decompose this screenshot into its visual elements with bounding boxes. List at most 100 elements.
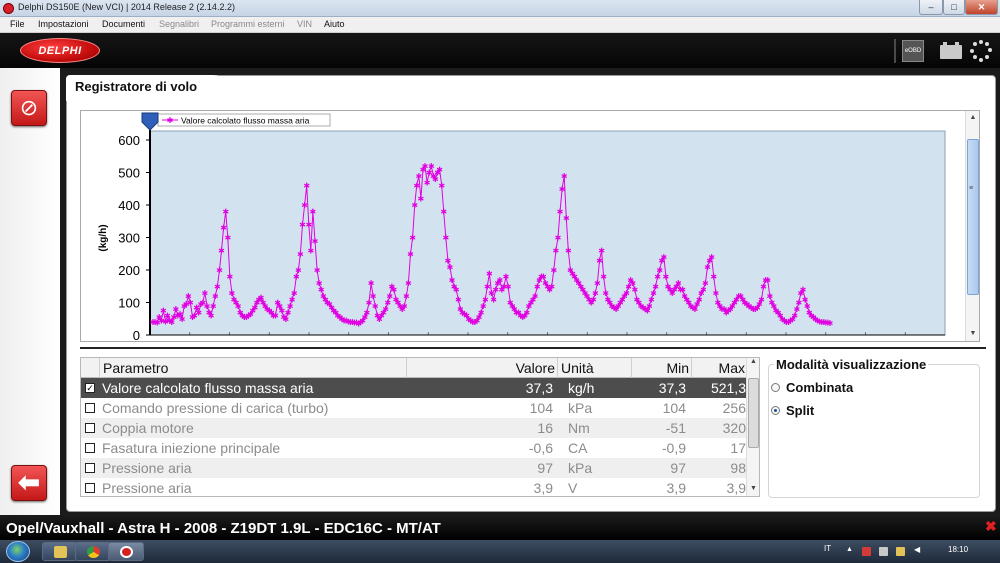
start-button[interactable] xyxy=(6,541,30,562)
menu-segnalibri[interactable]: Segnalibri xyxy=(159,19,199,29)
data-point: ✱ xyxy=(702,279,709,288)
table-row[interactable]: Pressione aria 3,9 V 3,9 3,9 xyxy=(81,478,747,496)
param-value: 3,9 xyxy=(533,480,553,496)
tray-network-icon[interactable] xyxy=(896,547,905,556)
data-point: ✱ xyxy=(314,266,321,275)
table-row[interactable]: Coppia motore 16 Nm -51 320 xyxy=(81,418,747,438)
y-tick-label: 100 xyxy=(118,296,140,311)
data-point: ✱ xyxy=(307,247,314,256)
data-point: ✱ xyxy=(561,172,568,181)
chart-scrollbar-thumb[interactable] xyxy=(967,139,979,295)
table-row[interactable]: ✓ Valore calcolato flusso massa aria 37,… xyxy=(81,378,747,398)
table-scrollbar-thumb[interactable] xyxy=(748,378,759,448)
radio-split[interactable] xyxy=(771,406,780,415)
close-window-button[interactable]: ✕ xyxy=(965,0,998,15)
delphi-app-icon xyxy=(120,546,133,558)
header-valore[interactable]: Valore xyxy=(406,358,557,378)
language-indicator[interactable]: IT xyxy=(824,544,831,553)
data-point: ✱ xyxy=(210,302,217,311)
data-point: ✱ xyxy=(438,182,445,191)
row-checkbox[interactable] xyxy=(85,483,95,493)
obd-icon[interactable]: eOBD xyxy=(902,40,924,62)
table-scroll-up[interactable]: ▲ xyxy=(747,358,760,365)
taskbar-chrome-button[interactable] xyxy=(75,542,111,561)
data-point: ✱ xyxy=(532,292,539,301)
data-point: ✱ xyxy=(368,279,375,288)
data-point: ✱ xyxy=(758,295,765,304)
logo-text: DELPHI xyxy=(38,45,82,57)
param-min: 37,3 xyxy=(658,380,686,396)
data-point: ✱ xyxy=(208,312,215,321)
taskbar-explorer-button[interactable] xyxy=(42,542,78,561)
chart-scrollbar[interactable]: ▲ ≡ ▼ xyxy=(965,111,979,341)
param-max: 521,3 xyxy=(710,380,746,396)
menu-aiuto[interactable]: Aiuto xyxy=(324,19,345,29)
row-checkbox[interactable] xyxy=(85,443,95,453)
data-point: ✱ xyxy=(764,276,771,285)
table-scroll-down[interactable]: ▼ xyxy=(747,485,760,492)
scroll-up-arrow[interactable]: ▲ xyxy=(967,112,979,124)
param-min: 97 xyxy=(670,460,686,476)
data-point: ✱ xyxy=(598,247,605,256)
param-max: 17 xyxy=(730,440,746,456)
row-checkbox[interactable] xyxy=(85,463,95,473)
param-value: 104 xyxy=(529,400,553,416)
data-point: ✱ xyxy=(364,308,371,317)
data-point: ✱ xyxy=(214,282,221,291)
time-cursor[interactable] xyxy=(141,112,159,131)
header-unita[interactable]: Unità xyxy=(557,358,631,378)
table-row[interactable]: Fasatura iniezione principale -0,6 CA -0… xyxy=(81,438,747,458)
menu-bar: File Impostazioni Documenti Segnalibri P… xyxy=(0,17,1000,33)
table-row[interactable]: Comando pressione di carica (turbo) 104 … xyxy=(81,398,747,418)
data-point: ✱ xyxy=(391,286,398,295)
data-point: ✱ xyxy=(291,289,298,298)
radio-combinata[interactable] xyxy=(771,383,780,392)
table-scrollbar[interactable]: ▲ ▼ xyxy=(746,358,759,496)
clear-record-button[interactable]: ⊘ xyxy=(11,90,47,126)
data-point: ✱ xyxy=(418,195,425,204)
battery-icon xyxy=(940,40,962,62)
menu-vin[interactable]: VIN xyxy=(297,19,312,29)
taskbar-delphi-button[interactable] xyxy=(108,542,144,561)
back-button[interactable]: ⬅ xyxy=(11,465,47,501)
data-point: ✱ xyxy=(370,292,377,301)
header-parametro[interactable]: Parametro xyxy=(99,358,406,378)
maximize-button[interactable]: □ xyxy=(943,0,965,15)
data-point: ✱ xyxy=(372,302,379,311)
app-icon[interactable] xyxy=(3,3,14,14)
tray-clock[interactable]: 18:10 xyxy=(948,545,968,554)
param-name: Pressione aria xyxy=(102,480,192,496)
data-point: ✱ xyxy=(405,279,412,288)
data-point: ✱ xyxy=(710,273,717,282)
param-value: 16 xyxy=(537,420,553,436)
data-point: ✱ xyxy=(403,292,410,301)
chrome-icon xyxy=(87,546,100,558)
tray-expand-icon[interactable]: ▲ xyxy=(846,546,855,555)
close-vehicle-button[interactable]: ✖ xyxy=(985,518,997,535)
menu-documenti[interactable]: Documenti xyxy=(102,19,145,29)
menu-programmi-esterni[interactable]: Programmi esterni xyxy=(211,19,285,29)
table-row[interactable]: Pressione aria 97 kPa 97 98 xyxy=(81,458,747,478)
row-checkbox[interactable]: ✓ xyxy=(85,383,95,393)
label-combinata[interactable]: Combinata xyxy=(786,380,853,395)
menu-file[interactable]: File xyxy=(10,19,25,29)
menu-impostazioni[interactable]: Impostazioni xyxy=(38,19,89,29)
tray-volume-icon[interactable]: ◀ xyxy=(914,545,923,554)
row-checkbox[interactable] xyxy=(85,403,95,413)
scroll-down-arrow[interactable]: ▼ xyxy=(967,328,979,340)
minimize-button[interactable]: – xyxy=(919,0,943,15)
header-min[interactable]: Min xyxy=(631,358,691,378)
data-point: ✱ xyxy=(631,286,638,295)
data-point: ✱ xyxy=(303,182,310,191)
section-divider xyxy=(80,347,986,349)
label-split[interactable]: Split xyxy=(786,403,814,418)
data-point: ✱ xyxy=(226,273,233,282)
header-max[interactable]: Max xyxy=(691,358,747,378)
tray-flag-icon[interactable] xyxy=(862,547,871,556)
data-point: ✱ xyxy=(559,185,566,194)
busy-spinner-icon xyxy=(970,40,992,62)
tray-device-icon[interactable] xyxy=(879,547,888,556)
row-checkbox[interactable] xyxy=(85,423,95,433)
data-point: ✱ xyxy=(301,201,308,210)
data-point: ✱ xyxy=(305,221,312,230)
